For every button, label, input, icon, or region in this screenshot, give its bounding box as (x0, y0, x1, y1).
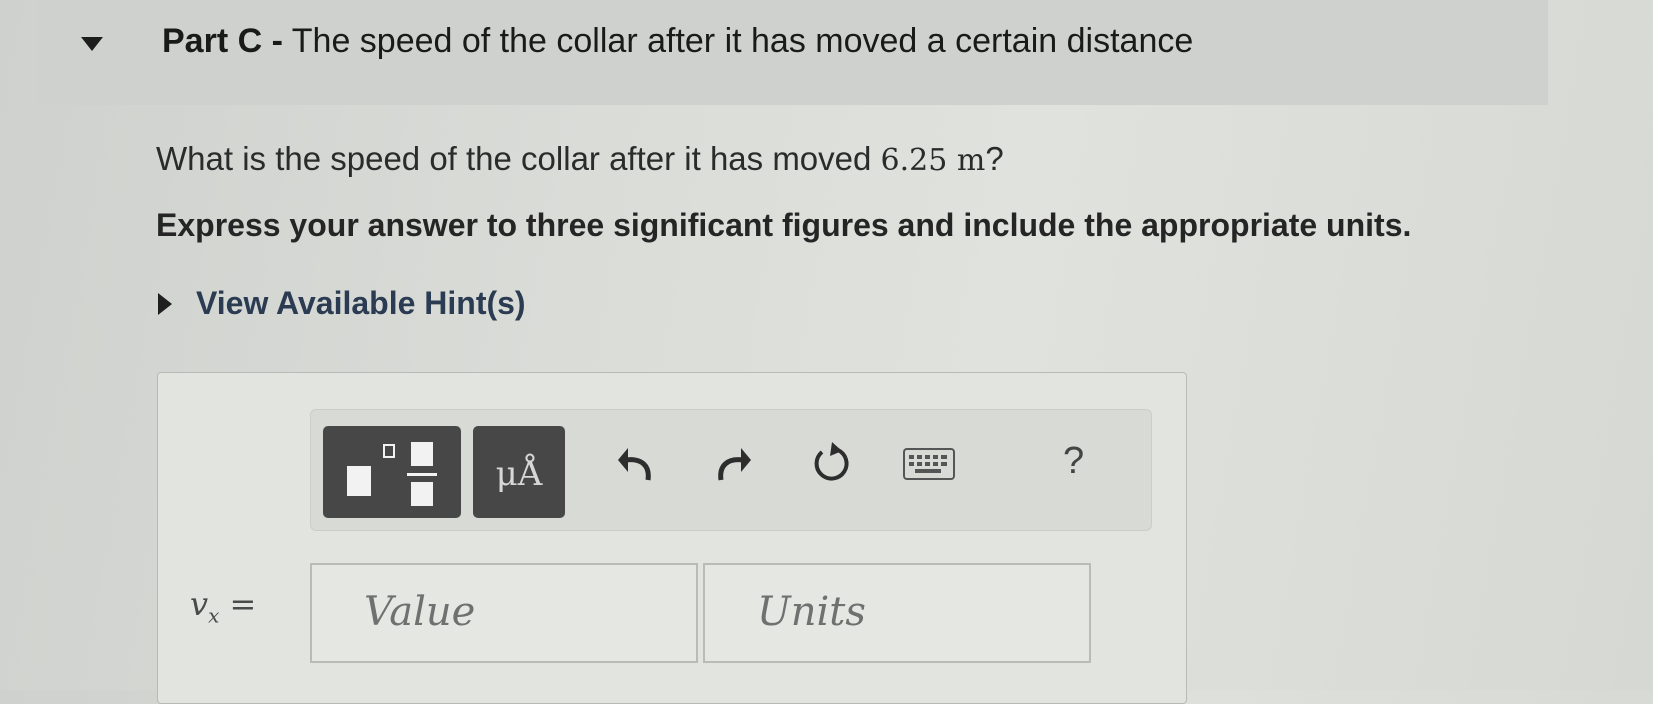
units-button[interactable]: μÅ (473, 426, 565, 518)
question-prefix: What is the speed of the collar after it… (156, 140, 872, 177)
redo-icon[interactable] (709, 440, 753, 490)
part-title-text: The speed of the collar after it has mov… (291, 22, 1194, 60)
view-hints-toggle[interactable]: View Available Hint(s) (158, 285, 526, 322)
answer-instruction: Express your answer to three significant… (156, 207, 1412, 243)
variable-subscript: x (208, 603, 220, 628)
units-label: μÅ (495, 454, 543, 494)
answer-panel: μÅ ? vx = Value Units (157, 372, 1187, 704)
value-placeholder: Value (364, 589, 476, 635)
collapse-part-icon[interactable] (81, 37, 103, 51)
math-toolbar: μÅ ? (310, 409, 1152, 531)
reset-icon[interactable] (808, 440, 854, 490)
value-input[interactable]: Value (310, 563, 698, 663)
view-hints-label: View Available Hint(s) (196, 285, 526, 321)
templates-button[interactable] (323, 426, 461, 518)
variable-symbol: v (190, 585, 209, 623)
question-text: What is the speed of the collar after it… (156, 140, 1004, 178)
expand-triangle-icon (158, 292, 172, 315)
keyboard-icon[interactable] (903, 448, 955, 482)
question-suffix: ? (985, 140, 1004, 177)
help-button[interactable]: ? (1063, 440, 1084, 483)
equals-sign: = (229, 585, 257, 623)
part-label: Part C - (162, 22, 283, 60)
question-quantity: 6.25 m (880, 143, 986, 178)
units-input[interactable]: Units (703, 563, 1091, 663)
units-placeholder: Units (757, 589, 866, 635)
answer-variable-label: vx = (190, 585, 256, 627)
part-title: Part C - The speed of the collar after i… (162, 22, 1193, 61)
undo-icon[interactable] (616, 440, 660, 490)
